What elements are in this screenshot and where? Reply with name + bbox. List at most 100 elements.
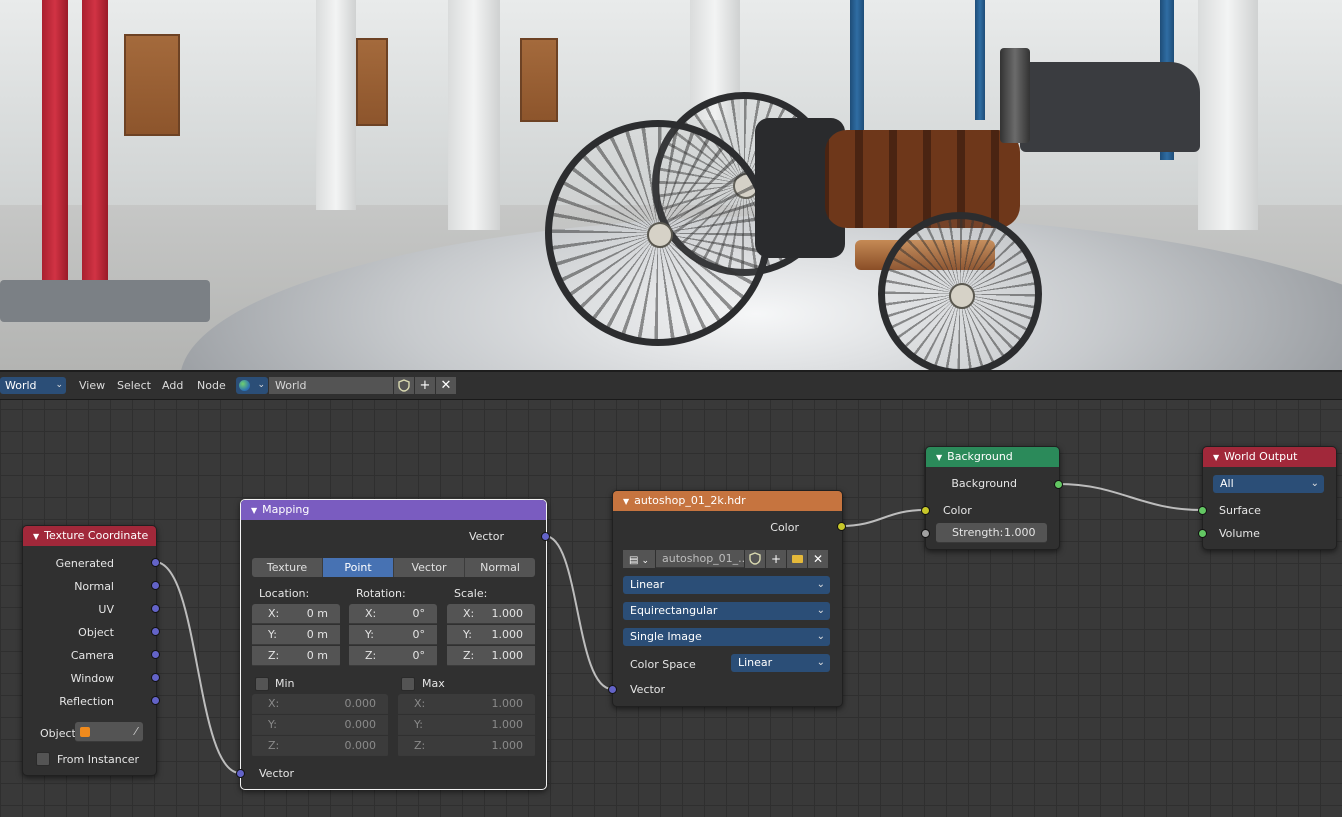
close-icon: ✕ <box>440 378 452 393</box>
chevron-down-icon: ⌄ <box>641 556 649 566</box>
socket-uv[interactable] <box>151 604 160 613</box>
node-title: Texture Coordinate <box>44 529 149 542</box>
socket-background-strength-in[interactable] <box>921 529 930 538</box>
type-point[interactable]: Point <box>323 558 394 577</box>
collapse-icon[interactable]: ▼ <box>1213 453 1219 462</box>
rotation-label: Rotation: <box>356 587 406 600</box>
world-name-field[interactable]: World <box>269 377 393 394</box>
image-name-field[interactable]: autoshop_01_... <box>656 550 749 568</box>
collapse-icon[interactable]: ▼ <box>33 532 39 541</box>
lift-base <box>0 280 210 322</box>
node-header[interactable]: ▼ autoshop_01_2k.hdr <box>613 491 842 511</box>
collapse-icon[interactable]: ▼ <box>251 506 257 515</box>
node-header[interactable]: ▼ World Output <box>1203 447 1336 467</box>
node-background[interactable]: ▼ Background Background Color Strength: 1… <box>925 446 1060 550</box>
open-image-button[interactable] <box>787 550 807 568</box>
scale-x[interactable]: X: 1.000 <box>447 604 535 624</box>
node-header[interactable]: ▼ Mapping <box>241 500 546 520</box>
node-world-output[interactable]: ▼ World Output All ⌄ Surface Volume <box>1202 446 1337 550</box>
output-label: Color <box>770 521 799 534</box>
type-vector[interactable]: Vector <box>394 558 465 577</box>
from-instancer-checkbox[interactable] <box>36 752 50 766</box>
socket-env-vector-in[interactable] <box>608 685 617 694</box>
rotation-z[interactable]: Z: 0° <box>349 646 437 666</box>
socket-background-color-in[interactable] <box>921 506 930 515</box>
rotation-y[interactable]: Y: 0° <box>349 625 437 645</box>
node-editor-canvas[interactable]: ▼ Texture Coordinate Generated Normal UV … <box>0 400 1342 817</box>
image-browse-button[interactable]: ▤ ⌄ <box>623 550 655 568</box>
max-group: X: 1.000 Y: 1.000 Z: 1.000 <box>398 694 535 757</box>
min-checkbox[interactable] <box>255 677 269 691</box>
unlink-image-button[interactable]: ✕ <box>808 550 828 568</box>
socket-reflection[interactable] <box>151 696 160 705</box>
world-browse-button[interactable]: ⌄ <box>236 377 268 394</box>
new-image-button[interactable]: + <box>766 550 786 568</box>
collapse-icon[interactable]: ▼ <box>936 453 942 462</box>
menu-view[interactable]: View <box>79 377 105 394</box>
interpolation-select[interactable]: Linear ⌄ <box>623 576 830 594</box>
location-y[interactable]: Y: 0 m <box>252 625 340 645</box>
strength-field[interactable]: Strength: 1.000 <box>936 523 1047 543</box>
projection-select[interactable]: Equirectangular ⌄ <box>623 602 830 620</box>
node-texture-coordinate[interactable]: ▼ Texture Coordinate Generated Normal UV … <box>22 525 157 776</box>
output-label: UV <box>98 603 114 616</box>
output-label: Generated <box>55 557 114 570</box>
scale-z[interactable]: Z: 1.000 <box>447 646 535 666</box>
scale-y[interactable]: Y: 1.000 <box>447 625 535 645</box>
output-label: Camera <box>70 649 114 662</box>
object-field[interactable]: ⁄ <box>75 722 143 742</box>
output-label: Window <box>70 672 114 685</box>
output-label: Vector <box>468 530 504 543</box>
link-generated-to-vector <box>154 561 241 774</box>
node-mapping[interactable]: ▼ Mapping Vector Texture Point Vector Nor… <box>240 499 547 790</box>
unlink-world-button[interactable]: ✕ <box>436 377 456 394</box>
socket-generated[interactable] <box>151 558 160 567</box>
link-mapping-to-env <box>544 535 613 690</box>
socket-window[interactable] <box>151 673 160 682</box>
max-checkbox[interactable] <box>401 677 415 691</box>
node-header[interactable]: ▼ Background <box>926 447 1059 467</box>
color-space-label: Color Space <box>630 658 696 671</box>
socket-env-color-out[interactable] <box>837 522 846 531</box>
type-texture[interactable]: Texture <box>252 558 323 577</box>
editor-type-select[interactable]: World ⌄ <box>0 377 66 394</box>
rotation-x[interactable]: X: 0° <box>349 604 437 624</box>
lift-post <box>975 0 985 120</box>
from-instancer-label: From Instancer <box>57 753 140 766</box>
input-label: Vector <box>259 767 295 780</box>
socket-normal[interactable] <box>151 581 160 590</box>
location-z[interactable]: Z: 0 m <box>252 646 340 666</box>
fake-user-button[interactable] <box>394 377 414 394</box>
node-header[interactable]: ▼ Texture Coordinate <box>23 526 156 546</box>
source-select[interactable]: Single Image ⌄ <box>623 628 830 646</box>
socket-surface-in[interactable] <box>1198 506 1207 515</box>
socket-mapping-vector-out[interactable] <box>541 532 550 541</box>
node-title: autoshop_01_2k.hdr <box>634 494 746 507</box>
menu-select[interactable]: Select <box>117 377 151 394</box>
mapping-type-selector[interactable]: Texture Point Vector Normal <box>252 558 535 577</box>
collapse-icon[interactable]: ▼ <box>623 497 629 506</box>
menu-node[interactable]: Node <box>197 377 226 394</box>
plus-icon: + <box>770 552 782 566</box>
viewport-render[interactable] <box>0 0 1342 370</box>
lift-post <box>42 0 68 280</box>
socket-background-out[interactable] <box>1054 480 1063 489</box>
output-label: Background <box>951 477 1017 490</box>
chevron-down-icon: ⌄ <box>816 631 825 642</box>
type-normal[interactable]: Normal <box>465 558 535 577</box>
fake-user-button[interactable] <box>745 550 765 568</box>
new-world-button[interactable]: + <box>415 377 435 394</box>
output-label: Normal <box>74 580 114 593</box>
target-select[interactable]: All ⌄ <box>1213 475 1324 493</box>
eyedropper-icon[interactable]: ⁄ <box>135 722 137 742</box>
color-space-select[interactable]: Linear ⌄ <box>731 654 830 672</box>
scale-group: X: 1.000 Y: 1.000 Z: 1.000 <box>447 604 535 667</box>
socket-volume-in[interactable] <box>1198 529 1207 538</box>
socket-mapping-vector-in[interactable] <box>236 769 245 778</box>
node-environment-texture[interactable]: ▼ autoshop_01_2k.hdr Color ▤ ⌄ autoshop_01… <box>612 490 843 707</box>
socket-camera[interactable] <box>151 650 160 659</box>
location-x[interactable]: X: 0 m <box>252 604 340 624</box>
menu-add[interactable]: Add <box>162 377 183 394</box>
image-icon: ▤ <box>629 555 639 566</box>
socket-object[interactable] <box>151 627 160 636</box>
